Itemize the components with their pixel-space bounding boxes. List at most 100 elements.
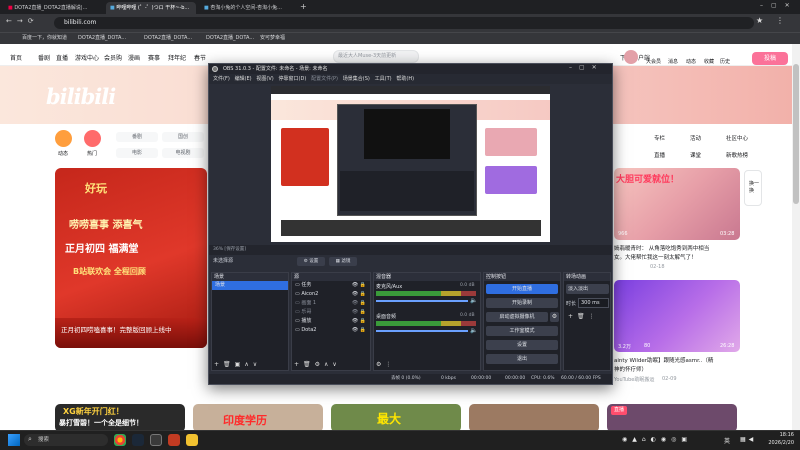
menu-help[interactable]: 帮助(H) (396, 76, 414, 82)
source-item[interactable]: ▭ 任务 👁 🔒 (292, 281, 370, 290)
nav-messages[interactable]: 消息 (668, 58, 678, 65)
steam-icon[interactable] (132, 434, 144, 446)
menu-view[interactable]: 视图(V) (256, 76, 273, 82)
app-icon[interactable] (168, 434, 180, 446)
mixer-toolbar-icons[interactable]: ⚙⋮ (376, 361, 395, 368)
source-item[interactable]: ▭ 乐哥 👁 🔒 (292, 308, 370, 317)
nav-new-year[interactable]: 拜年纪 (168, 53, 186, 62)
source-toolbar-icons[interactable]: +🗑⚙∧∨ (294, 361, 341, 368)
bookmark-item[interactable]: 安可梦幸福 (260, 34, 285, 41)
channel-chip[interactable]: 电影 (116, 148, 158, 158)
video-thumbnail[interactable]: 最大 (331, 404, 461, 432)
menu-edit[interactable]: 编辑(E) (235, 76, 252, 82)
taskbar-search[interactable]: 搜索 (24, 434, 108, 446)
mixer-volume-slider[interactable] (376, 300, 468, 302)
side-link-classroom[interactable]: 课堂 (690, 151, 701, 159)
browser-tab[interactable]: ■ 杏淘小兔的个人空间-杏淘小兔... (200, 2, 296, 14)
side-link-column[interactable]: 专栏 (654, 134, 665, 142)
bili-search-input[interactable]: 最近大人Muse-3天前更新 (333, 50, 419, 63)
nav-vip[interactable]: 大会员 (646, 58, 661, 65)
video-title[interactable]: ainty Wilder助眠】跟随光感asmr..（精 (614, 356, 740, 364)
video-title-line2[interactable]: 神的怀疗师） (614, 365, 740, 373)
source-item[interactable]: ▭ Aicon2 👁 🔒 (292, 290, 370, 299)
refresh-feed-button[interactable]: 换一换 (744, 170, 762, 206)
studio-mode-button[interactable]: 工作室模式 (486, 326, 558, 336)
nav-arrows-icon[interactable]: ←→⟳ (6, 17, 39, 25)
start-recording-button[interactable]: 开始录制 (486, 298, 558, 308)
menu-tools[interactable]: 工具(T) (375, 76, 392, 82)
nav-mall[interactable]: 会员购 (104, 53, 122, 62)
page-scrollbar[interactable] (792, 44, 800, 430)
eye-lock-icons[interactable]: 👁 🔒 (352, 317, 366, 326)
video-thumbnail[interactable]: 印度学历 (193, 404, 323, 432)
eye-lock-icons[interactable]: 👁 🔒 (352, 299, 366, 308)
video-author[interactable]: YouTube助眠搬运 (614, 376, 654, 383)
channel-chip[interactable]: 番剧 (116, 132, 158, 142)
nav-favorites[interactable]: 收藏 (704, 58, 714, 65)
exit-button[interactable]: 退出 (486, 354, 558, 364)
video-title-line2[interactable]: 女。大佬帮忙我这一刻太解气了！ (614, 253, 740, 261)
menu-file[interactable]: 文件(F) (213, 76, 230, 82)
obs-taskbar-icon[interactable] (150, 434, 162, 446)
scrollbar-thumb[interactable] (793, 64, 799, 204)
window-controls[interactable]: –▢✕ (760, 2, 798, 9)
start-streaming-button[interactable]: 开始直播 (486, 284, 558, 294)
source-item[interactable]: ▭ 画面 1 👁 🔒 (292, 299, 370, 308)
side-link-activity[interactable]: 活动 (690, 134, 701, 142)
virtual-camera-settings-icon[interactable]: ⚙ (550, 312, 559, 322)
video-thumbnail[interactable]: XG新年开门红！ 暴打雪碧！一个全是细节！ (55, 404, 185, 432)
duration-spinbox[interactable]: 300 ms (578, 298, 609, 308)
eye-lock-icons[interactable]: 👁 🔒 (352, 308, 366, 317)
nav-anime[interactable]: 番剧 (38, 53, 50, 62)
nav-spring[interactable]: 春节 (194, 53, 206, 62)
browser-tab-active[interactable]: ■ 哔哩哔哩 (゜-゜)つロ 干杯~-b... (106, 2, 196, 14)
transition-type-select[interactable]: 淡入淡出 (566, 284, 609, 294)
tray-icons[interactable]: ◉▲⌂◐◉◎▣ (622, 436, 692, 443)
chrome-icon[interactable] (114, 434, 126, 446)
featured-carousel[interactable]: 好玩 唠唠喜事 添喜气 正月初四 福满堂 B站联欢会 全程回顾 正月初四唠嗑喜事… (55, 168, 207, 348)
channel-chip[interactable]: 国创 (162, 132, 204, 142)
clock-date[interactable]: 2026/2/20 (760, 440, 794, 446)
video-thumbnail[interactable] (469, 404, 599, 432)
menu-icon[interactable]: ⋮ (776, 16, 784, 25)
bookmark-item[interactable]: 百度一下，你就知道 (22, 34, 67, 41)
dynamic-label[interactable]: 动态 (58, 150, 68, 157)
nav-live[interactable]: 直播 (56, 53, 68, 62)
scene-toolbar-icons[interactable]: +🗑▣∧∨ (214, 361, 261, 368)
obs-window[interactable]: OBS 31.0.3 - 配置文件: 未命名 - 场景: 未命名 –▢✕ 文件(… (208, 63, 613, 385)
upload-button[interactable]: 投稿 (752, 52, 788, 65)
bookmark-star-icon[interactable]: ★ (756, 16, 763, 25)
clock-time[interactable]: 18:16 (770, 432, 794, 438)
side-link-live[interactable]: 直播 (654, 151, 665, 159)
nav-game-center[interactable]: 游戏中心 (75, 53, 99, 62)
ime-indicator[interactable]: 英 (724, 436, 730, 445)
source-filters-button[interactable]: ▦ 滤镜 (329, 257, 357, 266)
settings-button[interactable]: 设置 (486, 340, 558, 350)
avatar[interactable] (624, 50, 638, 64)
start-icon[interactable] (8, 434, 20, 446)
obs-preview-canvas[interactable] (271, 86, 550, 242)
nav-esports[interactable]: 赛事 (148, 53, 160, 62)
network-volume-icons[interactable]: ▦◀ (740, 436, 756, 443)
side-link-community[interactable]: 社区中心 (726, 134, 748, 142)
mixer-volume-slider[interactable] (376, 330, 468, 332)
menu-scene-collection[interactable]: 场景集合(S) (343, 76, 370, 82)
bookmark-item[interactable]: DOTA2直播_DOTA... (78, 34, 126, 41)
nav-history[interactable]: 历史 (720, 58, 730, 65)
dynamic-icon[interactable] (55, 130, 72, 147)
transition-toolbar-icons[interactable]: +🗑⋮ (568, 313, 599, 320)
speaker-icon[interactable]: 🔈 (470, 297, 477, 304)
bili-logo[interactable]: bilibili (46, 84, 116, 109)
video-thumbnail[interactable]: 大胆可爱就位！ 966 03:28 (614, 168, 740, 240)
nav-manga[interactable]: 漫画 (128, 53, 140, 62)
bookmark-item[interactable]: DOTA2直播_DOTA... (206, 34, 254, 41)
eye-lock-icons[interactable]: 👁 🔒 (352, 290, 366, 299)
scene-item[interactable]: 场景 (212, 281, 288, 290)
app-icon[interactable] (186, 434, 198, 446)
eye-lock-icons[interactable]: 👁 🔒 (352, 326, 366, 335)
menu-docks[interactable]: 停靠窗口(D) (279, 76, 307, 82)
hot-icon[interactable] (84, 130, 101, 147)
source-item[interactable]: ▭ Dota2 👁 🔒 (292, 326, 370, 335)
browser-tab[interactable]: ■ DOTA2直播_DOTA2直播解说|... (4, 2, 102, 14)
menu-profile[interactable]: 配置文件(P) (311, 76, 338, 82)
